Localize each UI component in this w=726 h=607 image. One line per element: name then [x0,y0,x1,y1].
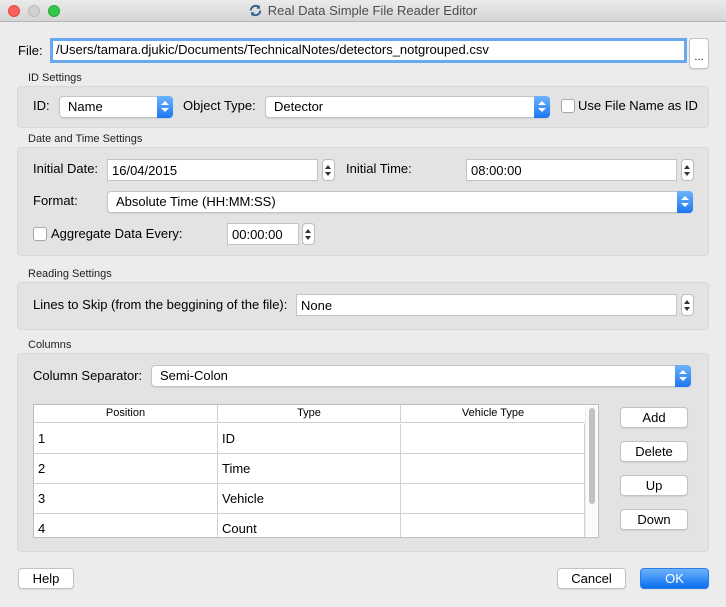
chevron-updown-icon [157,96,173,118]
columns-label: Columns [28,339,72,351]
initial-time-stepper[interactable] [681,159,694,181]
aggregate-label[interactable]: Aggregate Data Every: [51,226,183,241]
browse-button[interactable]: ... [689,38,709,69]
initial-date-label: Initial Date: [33,161,99,176]
id-settings-label: ID Settings [28,72,82,84]
help-button[interactable]: Help [18,568,74,589]
up-button[interactable]: Up [620,475,688,496]
ok-button[interactable]: OK [640,568,709,589]
chevron-updown-icon [677,191,693,213]
header-type[interactable]: Type [218,405,401,423]
initial-time-field[interactable]: 08:00:00 [466,159,677,181]
cell-vehicle-type [401,514,585,537]
cell-type: Time [218,454,401,484]
file-label: File: [18,43,43,58]
file-path-field[interactable]: /Users/tamara.djukic/Documents/Technical… [50,38,687,63]
use-filename-checkbox[interactable] [561,99,575,113]
object-type-select-value: Detector [274,99,324,114]
window-title-wrap: Real Data Simple File Reader Editor [0,3,726,18]
datetime-settings-label: Date and Time Settings [28,133,143,145]
initial-date-stepper[interactable] [322,159,335,181]
id-select-value: Name [68,99,103,114]
window-title: Real Data Simple File Reader Editor [267,3,478,18]
lines-to-skip-field[interactable]: None [296,294,677,316]
title-bar: Real Data Simple File Reader Editor [0,0,726,22]
format-select-value: Absolute Time (HH:MM:SS) [116,194,276,209]
cell-position: 2 [34,454,218,484]
cell-vehicle-type [401,424,585,454]
header-position[interactable]: Position [34,405,218,423]
add-button[interactable]: Add [620,407,688,428]
cancel-button[interactable]: Cancel [557,568,626,589]
chevron-updown-icon [675,365,691,387]
column-separator-value: Semi-Colon [160,368,228,383]
column-separator-label: Column Separator: [33,368,143,383]
format-label: Format: [33,193,78,208]
initial-date-field[interactable]: 16/04/2015 [107,159,318,181]
cell-type: ID [218,424,401,454]
cell-vehicle-type [401,454,585,484]
reading-settings-label: Reading Settings [28,268,112,280]
delete-button[interactable]: Delete [620,441,688,462]
cell-type: Count [218,514,401,537]
id-label: ID: [33,98,50,113]
cell-position: 1 [34,424,218,454]
cell-position: 4 [34,514,218,537]
initial-time-label: Initial Time: [346,161,412,176]
columns-table: Position Type Vehicle Type 1 ID 2 Time 3… [33,404,599,538]
format-select[interactable]: Absolute Time (HH:MM:SS) [107,191,693,213]
use-filename-label[interactable]: Use File Name as ID [578,98,698,113]
cell-vehicle-type [401,484,585,514]
object-type-select[interactable]: Detector [265,96,550,118]
chevron-updown-icon [534,96,550,118]
column-separator-select[interactable]: Semi-Colon [151,365,691,387]
lines-to-skip-stepper[interactable] [681,294,694,316]
table-scrollbar[interactable] [585,406,597,536]
table-header: Position Type Vehicle Type [34,405,585,423]
aggregate-field[interactable]: 00:00:00 [227,223,299,245]
cell-type: Vehicle [218,484,401,514]
table-scrollbar-thumb[interactable] [589,408,595,504]
app-icon [249,4,261,17]
down-button[interactable]: Down [620,509,688,530]
header-vehicle-type[interactable]: Vehicle Type [401,405,585,423]
table-row[interactable]: 3 Vehicle [34,484,585,514]
aggregate-checkbox[interactable] [33,227,47,241]
aggregate-stepper[interactable] [302,223,315,245]
lines-to-skip-label: Lines to Skip (from the beggining of the… [33,297,288,312]
id-select[interactable]: Name [59,96,173,118]
object-type-label: Object Type: [183,98,256,113]
table-row[interactable]: 4 Count [34,514,585,537]
table-row[interactable]: 2 Time [34,454,585,484]
cell-position: 3 [34,484,218,514]
table-row[interactable]: 1 ID [34,424,585,454]
